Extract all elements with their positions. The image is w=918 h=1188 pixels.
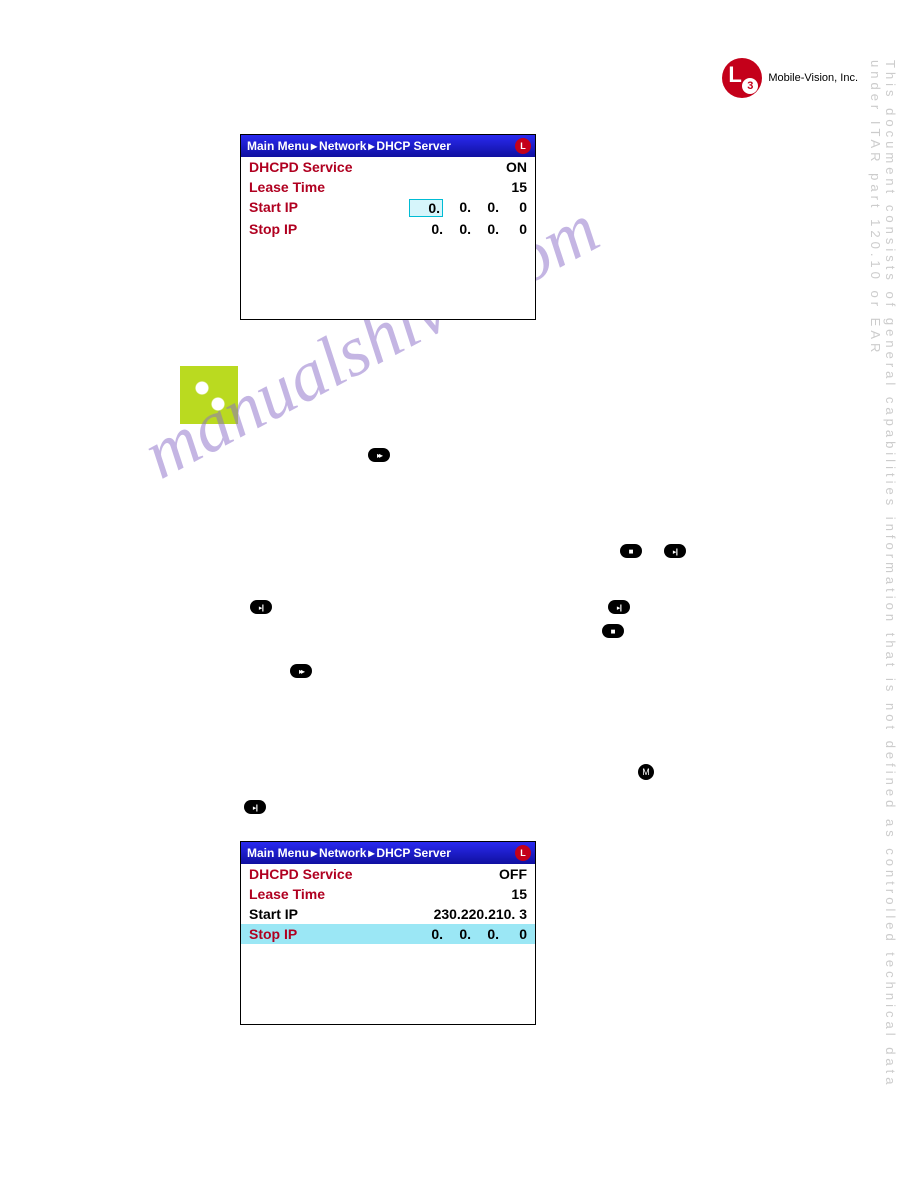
hint-icon [180, 366, 238, 424]
fast-forward-button-icon[interactable] [368, 448, 390, 462]
l3-mini-logo-icon: L [515, 138, 531, 154]
cfg-value: ON [506, 159, 527, 175]
cfg-value: 15 [511, 886, 527, 902]
box1-header: Main Menu▸Network▸DHCP Server L [241, 135, 535, 157]
cfg-label: Stop IP [249, 926, 297, 942]
breadcrumb-part: Network [319, 846, 366, 860]
ip-octet[interactable]: 0. [471, 926, 499, 942]
ip-octet[interactable]: 0. [415, 221, 443, 237]
cfg-label: Lease Time [249, 179, 325, 195]
cfg-label: DHCPD Service [249, 159, 353, 175]
play-pause-button-icon[interactable] [244, 800, 266, 814]
ip-field[interactable]: 0. 0. 0. 0 [415, 926, 527, 942]
ip-octet[interactable]: 0. [443, 221, 471, 237]
ip-octet-selected[interactable]: 0. [409, 199, 443, 217]
ip-octet[interactable]: 0 [499, 199, 527, 217]
play-pause-button-icon[interactable] [608, 600, 630, 614]
cfg-label: Start IP [249, 906, 298, 922]
fast-forward-button-icon[interactable] [290, 664, 312, 678]
cfg-label: Lease Time [249, 886, 325, 902]
cfg-row: Lease Time 15 [241, 177, 535, 197]
breadcrumb-part: Main Menu [247, 846, 309, 860]
cfg-label: Stop IP [249, 221, 297, 237]
ip-octet[interactable]: 0 [499, 221, 527, 237]
ip-octet[interactable]: 0. [471, 221, 499, 237]
l3-mini-logo-icon: L [515, 845, 531, 861]
stop-button-icon[interactable] [620, 544, 642, 558]
menu-button-icon[interactable] [638, 764, 654, 780]
play-pause-button-icon[interactable] [664, 544, 686, 558]
cfg-label: DHCPD Service [249, 866, 353, 882]
ip-octet[interactable]: 0. [443, 199, 471, 217]
play-pause-button-icon[interactable] [250, 600, 272, 614]
ip-octet[interactable]: 0. [415, 926, 443, 942]
ip-octet[interactable]: 0. [443, 926, 471, 942]
cfg-row: DHCPD Service ON [241, 157, 535, 177]
l3-logo-icon [722, 58, 762, 98]
breadcrumb-part: Main Menu [247, 139, 309, 153]
stop-button-icon[interactable] [602, 624, 624, 638]
cfg-row-stop-ip: Stop IP 0. 0. 0. 0 [241, 219, 535, 239]
cfg-value: 15 [511, 179, 527, 195]
ip-field[interactable]: 0. 0. 0. 0 [415, 221, 527, 237]
cfg-row: Start IP 230.220.210. 3 [241, 904, 535, 924]
dhcp-config-box-2: Main Menu▸Network▸DHCP Server L DHCPD Se… [240, 841, 536, 1025]
dhcp-config-box-1: Main Menu▸Network▸DHCP Server L DHCPD Se… [240, 134, 536, 320]
ip-octet[interactable]: 0. [471, 199, 499, 217]
export-control-notice: This document consists of general capabi… [868, 60, 898, 1140]
cfg-value: 230.220.210. 3 [434, 906, 527, 922]
breadcrumb-part: DHCP Server [376, 139, 450, 153]
cfg-row-stop-ip-selected[interactable]: Stop IP 0. 0. 0. 0 [241, 924, 535, 944]
brand-logo: Mobile-Vision, Inc. [722, 58, 858, 98]
cfg-label: Start IP [249, 199, 298, 217]
breadcrumb-part: DHCP Server [376, 846, 450, 860]
cfg-row-start-ip: Start IP 0. 0. 0. 0 [241, 197, 535, 219]
ip-octet[interactable]: 0 [499, 926, 527, 942]
cfg-value: OFF [499, 866, 527, 882]
cfg-row: Lease Time 15 [241, 884, 535, 904]
box2-header: Main Menu▸Network▸DHCP Server L [241, 842, 535, 864]
ip-field[interactable]: 0. 0. 0. 0 [409, 199, 527, 217]
cfg-row: DHCPD Service OFF [241, 864, 535, 884]
breadcrumb-part: Network [319, 139, 366, 153]
brand-text: Mobile-Vision, Inc. [768, 72, 858, 84]
